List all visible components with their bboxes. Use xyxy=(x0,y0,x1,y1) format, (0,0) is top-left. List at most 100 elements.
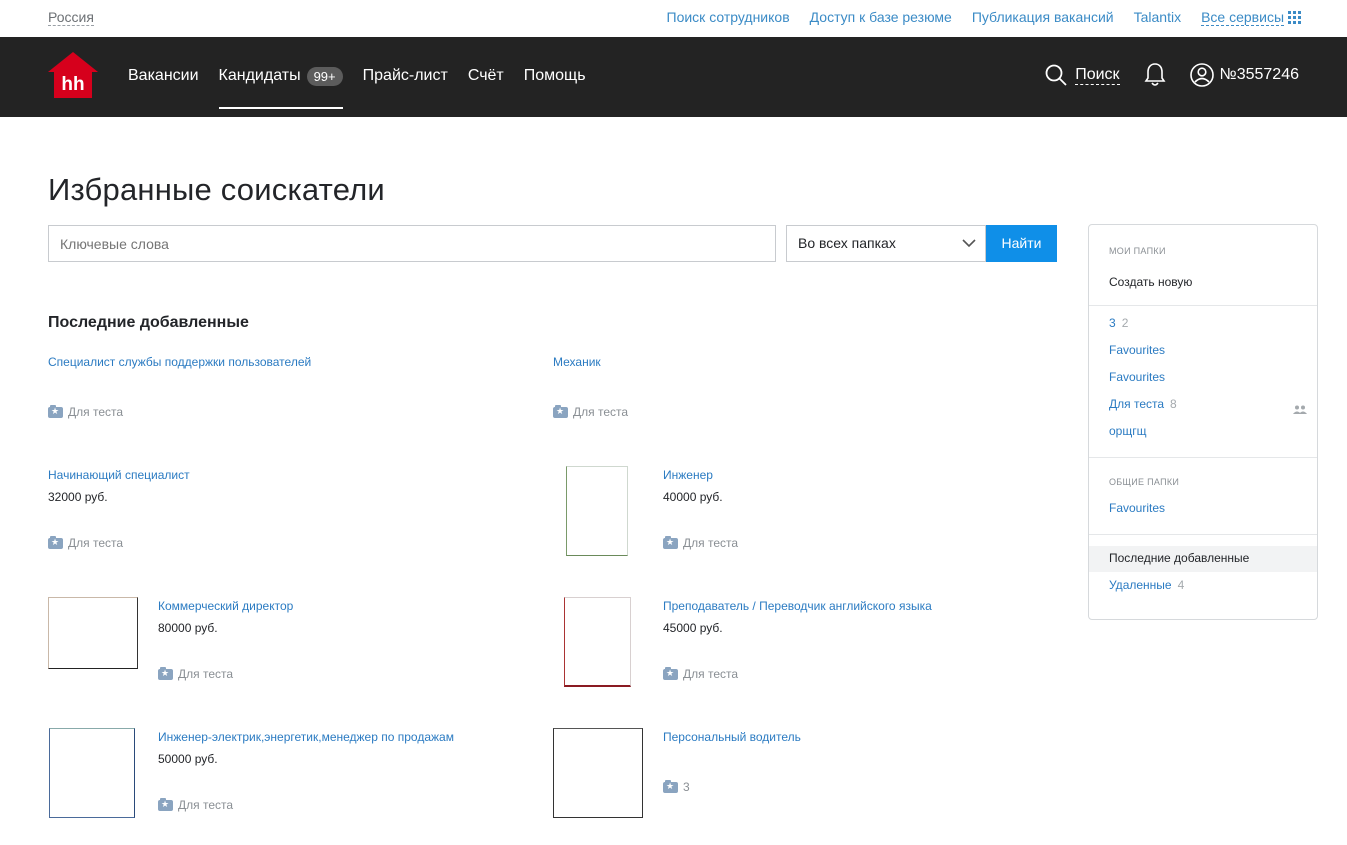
candidates-count-badge: 99+ xyxy=(306,66,343,86)
candidate-title[interactable]: Инженер-электрик,энергетик,менеджер по п… xyxy=(158,729,454,745)
bell-icon[interactable] xyxy=(1144,62,1166,88)
candidate-folder-name: Для теста xyxy=(178,667,234,681)
candidate-salary: 80000 руб. xyxy=(158,621,218,635)
candidate-title[interactable]: Преподаватель / Переводчик английского я… xyxy=(663,598,932,614)
nav-invoice[interactable]: Счёт xyxy=(468,66,504,86)
folder-icon xyxy=(48,535,63,549)
folder-name: Для теста xyxy=(1109,397,1165,411)
folder-select[interactable]: Во всех папках xyxy=(786,225,986,262)
candidate-photo[interactable] xyxy=(553,728,643,818)
sidebar-divider xyxy=(1089,534,1317,535)
candidate-folder-tag[interactable]: Для теста xyxy=(553,404,628,419)
shared-folder-item[interactable]: Favourites xyxy=(1109,500,1165,516)
candidate-folder-tag[interactable]: Для теста xyxy=(48,404,124,419)
folder-item[interactable]: Для теста 8 xyxy=(1109,396,1177,412)
folder-name: Удаленные xyxy=(1109,578,1172,592)
candidate-folder-name: Для теста xyxy=(178,798,234,812)
candidate-folder-name: Для теста xyxy=(683,536,739,550)
top-utility-bar: Россия Поиск сотрудников Доступ к базе р… xyxy=(0,0,1347,37)
top-link-employee-search[interactable]: Поиск сотрудников xyxy=(667,9,790,26)
candidate-folder-tag[interactable]: Для теста xyxy=(158,797,234,812)
candidate-title[interactable]: Начинающий специалист xyxy=(48,467,190,483)
folder-name: Favourites xyxy=(1109,501,1166,515)
folder-name: орщгщ xyxy=(1109,424,1147,438)
create-folder-link[interactable]: Создать новую xyxy=(1109,274,1192,290)
nav-help[interactable]: Помощь xyxy=(524,66,586,86)
candidate-folder-name: Для теста xyxy=(68,405,124,419)
sidebar-divider xyxy=(1089,457,1317,458)
recent-folder-item[interactable]: Последние добавленные xyxy=(1109,550,1249,566)
apps-grid-icon xyxy=(1288,11,1301,24)
all-services-link[interactable]: Все сервисы xyxy=(1201,9,1301,26)
folder-icon xyxy=(663,666,678,680)
candidate-salary: 40000 руб. xyxy=(663,490,723,504)
folder-count: 2 xyxy=(1121,316,1129,330)
folder-icon xyxy=(553,404,568,418)
candidate-card: Персональный водитель 3 xyxy=(663,729,801,794)
candidate-title[interactable]: Механик xyxy=(553,354,601,370)
folder-item[interactable]: Favourites xyxy=(1109,369,1165,385)
account-number: №3557246 xyxy=(1219,66,1299,83)
folders-sidebar: МОИ ПАПКИ Создать новую 32 Favourites Fa… xyxy=(1088,224,1318,620)
folder-name: 3 xyxy=(1109,316,1116,330)
user-icon xyxy=(1189,63,1214,87)
top-link-talantix[interactable]: Talantix xyxy=(1134,9,1181,26)
candidate-folder-tag[interactable]: 3 xyxy=(663,779,690,794)
nav-vacancies[interactable]: Вакансии xyxy=(128,66,199,86)
folder-item[interactable]: 32 xyxy=(1109,315,1128,331)
folder-item[interactable]: Favourites xyxy=(1109,342,1165,358)
candidate-title[interactable]: Персональный водитель xyxy=(663,729,801,745)
candidate-photo[interactable] xyxy=(566,466,628,556)
deleted-folder-item[interactable]: Удаленные 4 xyxy=(1109,577,1184,593)
sidebar-divider xyxy=(1089,305,1317,306)
candidate-photo[interactable] xyxy=(48,597,138,669)
candidate-card: Инженер-электрик,энергетик,менеджер по п… xyxy=(158,729,454,812)
shared-folders-caption: ОБЩИЕ ПАПКИ xyxy=(1109,477,1180,487)
search-icon xyxy=(1045,64,1067,86)
page-title: Избранные соискатели xyxy=(48,172,385,207)
section-title-recent: Последние добавленные xyxy=(48,314,249,331)
account-menu[interactable]: №3557246 xyxy=(1189,63,1299,87)
folder-icon xyxy=(48,404,63,418)
candidate-photo[interactable] xyxy=(564,597,631,687)
nav-price-list[interactable]: Прайс-лист xyxy=(363,66,448,86)
candidate-folder-name: Для теста xyxy=(68,536,124,550)
top-link-post-vacancies[interactable]: Публикация вакансий xyxy=(972,9,1114,26)
candidate-salary: 45000 руб. xyxy=(663,621,723,635)
top-links: Поиск сотрудников Доступ к базе резюме П… xyxy=(667,9,1301,26)
candidate-folder-tag[interactable]: Для теста xyxy=(663,666,738,681)
candidate-card: Механик Для теста xyxy=(553,354,628,419)
candidate-salary: 32000 руб. xyxy=(48,490,108,504)
region-selector[interactable]: Россия xyxy=(48,9,94,26)
candidate-folder-name: 3 xyxy=(683,780,690,794)
folder-name: Favourites xyxy=(1109,370,1166,384)
nav-candidates[interactable]: Кандидаты 99+ xyxy=(218,66,343,109)
candidate-title[interactable]: Инженер xyxy=(663,467,723,483)
keywords-search-input[interactable] xyxy=(48,225,776,262)
candidate-folder-tag[interactable]: Для теста xyxy=(48,535,124,550)
candidate-salary: 50000 руб. xyxy=(158,752,218,766)
nav-search-button[interactable]: Поиск xyxy=(1045,64,1120,86)
folder-item[interactable]: орщгщ xyxy=(1109,423,1146,439)
top-link-resume-access[interactable]: Доступ к базе резюме xyxy=(810,9,952,26)
folder-icon xyxy=(158,666,173,680)
candidate-folder-tag[interactable]: Для теста xyxy=(663,535,739,550)
folder-select-value: Во всех папках xyxy=(798,235,896,251)
chevron-down-icon xyxy=(962,239,976,248)
logo-text: hh xyxy=(61,74,84,95)
folder-icon xyxy=(663,535,678,549)
candidate-title[interactable]: Специалист службы поддержки пользователе… xyxy=(48,354,311,370)
candidate-card: Начинающий специалист 32000 руб. Для тес… xyxy=(48,467,190,550)
find-button[interactable]: Найти xyxy=(986,225,1057,262)
candidate-photo[interactable] xyxy=(49,728,135,818)
nav-items: Вакансии Кандидаты 99+ Прайс-лист Счёт П… xyxy=(128,66,606,109)
shared-users-icon xyxy=(1293,405,1307,414)
candidate-title[interactable]: Коммерческий директор xyxy=(158,598,293,614)
folder-icon xyxy=(158,797,173,811)
my-folders-caption: МОИ ПАПКИ xyxy=(1109,246,1166,256)
candidate-card: Преподаватель / Переводчик английского я… xyxy=(663,598,932,681)
candidate-card: Коммерческий директор 80000 руб. Для тес… xyxy=(158,598,293,681)
candidate-folder-tag[interactable]: Для теста xyxy=(158,666,234,681)
nav-candidates-label: Кандидаты xyxy=(218,67,301,84)
hh-logo[interactable]: hh xyxy=(48,52,98,98)
